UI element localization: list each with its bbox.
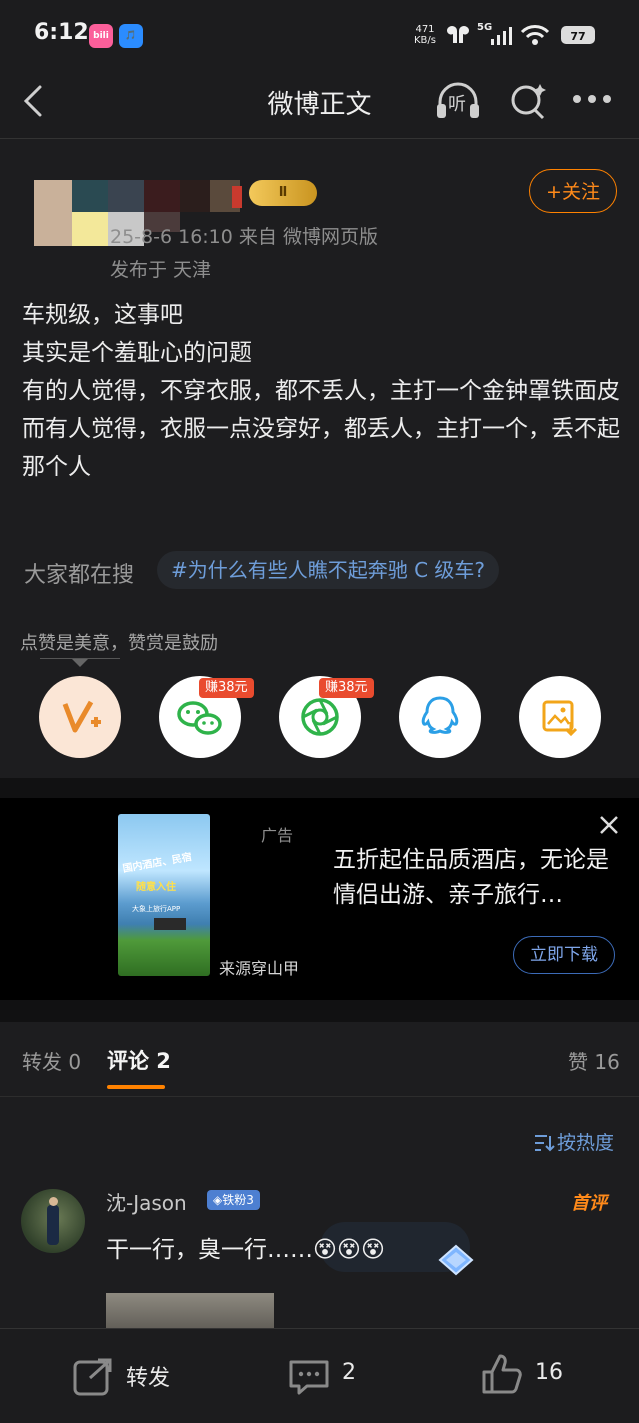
avatar-figure xyxy=(47,1205,59,1245)
follow-button[interactable]: +关注 xyxy=(529,169,617,213)
repost-icon xyxy=(73,1358,112,1396)
net-speed-unit: KB/s xyxy=(414,35,436,46)
fan-level-badge: ◈铁粉3 xyxy=(207,1190,260,1210)
trending-search-tag[interactable]: #为什么有些人瞧不起奔驰 C 级车? xyxy=(157,551,500,589)
wifi-icon xyxy=(520,25,550,45)
ad-source: 来源穿山甲 xyxy=(219,959,300,978)
music-app-icon: 🎵 xyxy=(119,24,143,48)
close-icon[interactable] xyxy=(598,814,620,836)
comment-count: 2 xyxy=(342,1360,356,1385)
listen-label: 听 xyxy=(448,94,466,115)
search-icon[interactable] xyxy=(508,80,548,120)
tab-repost[interactable]: 转发 0 xyxy=(22,1046,81,1075)
ad-image-caption: 国内酒店、民宿 xyxy=(121,851,193,875)
bench-shape xyxy=(154,918,186,930)
repost-label: 转发 xyxy=(126,1366,171,1391)
reward-button[interactable] xyxy=(39,676,121,758)
comment-image[interactable] xyxy=(106,1293,274,1333)
post-line: 有的人觉得，不穿衣服，都不丢人，主打一个金钟罩铁面皮 xyxy=(22,378,620,404)
more-dots-icon[interactable] xyxy=(572,93,614,105)
ad-image-caption: 大象上旅行APP xyxy=(132,905,181,913)
share-qq-button[interactable] xyxy=(399,676,481,758)
post-line: 而有人觉得，衣服一点没穿好，都丢人，主打一个，丢不起那个人 xyxy=(22,416,620,480)
comment-tabs xyxy=(0,1022,639,1097)
tab-like[interactable]: 赞 16 xyxy=(568,1046,620,1075)
save-image-button[interactable] xyxy=(519,676,601,758)
ad-label: 广告 xyxy=(261,826,294,845)
status-time: 6:12 xyxy=(34,20,89,45)
section-divider xyxy=(0,1000,639,1022)
save-image-icon xyxy=(542,700,578,737)
tab-active-indicator xyxy=(107,1085,165,1089)
comment-text: 干一行，臭一行……😵😵😵 xyxy=(106,1237,385,1263)
ad-download-button[interactable]: 立即下载 xyxy=(513,936,615,974)
post-location: 发布于 天津 xyxy=(110,259,212,281)
vip-level-badge: Ⅱ xyxy=(249,180,317,206)
section-divider xyxy=(0,778,639,798)
signal-icon xyxy=(491,27,512,45)
diamond-icon xyxy=(438,1244,474,1276)
trending-search-label: 大家都在搜 xyxy=(24,563,135,588)
first-comment-badge: 首评 xyxy=(571,1193,607,1214)
earbuds-icon xyxy=(446,26,470,43)
thumbs-up-icon xyxy=(482,1354,522,1394)
avatar-head xyxy=(49,1197,58,1206)
like-button[interactable]: 16 xyxy=(480,1350,580,1398)
bilibili-app-icon: bili xyxy=(89,24,113,48)
comment-icon xyxy=(289,1360,329,1395)
like-tip-text: 点赞是美意，赞赏是鼓励 xyxy=(20,633,218,654)
net-speed-value: 471 xyxy=(415,24,435,35)
tab-comment[interactable]: 评论 2 xyxy=(107,1045,171,1075)
like-count: 16 xyxy=(535,1360,563,1385)
sort-label: 按热度 xyxy=(557,1132,615,1154)
sort-icon xyxy=(535,1135,555,1152)
post-line: 车规级，这事吧 xyxy=(22,302,183,328)
comment-author[interactable]: 沈-Jason xyxy=(106,1187,187,1216)
tip-caret xyxy=(72,659,88,667)
repost-button[interactable]: 转发 xyxy=(72,1352,192,1398)
post-time-source: 25-8-6 16:10 来自 微博网页版 xyxy=(110,226,378,248)
net-speed: 471 KB/s xyxy=(411,24,439,46)
qq-icon xyxy=(421,696,459,734)
battery-indicator: 77 xyxy=(561,26,595,44)
ad-image[interactable]: 国内酒店、民宿 随意入住 大象上旅行APP xyxy=(118,814,210,976)
comment-button[interactable]: 2 xyxy=(287,1352,377,1398)
earn-badge: 赚38元 xyxy=(319,678,374,698)
avatar[interactable] xyxy=(21,1189,85,1253)
post-content: 车规级，这事吧 其实是个羞耻心的问题 有的人觉得，不穿衣服，都不丢人，主打一个金… xyxy=(22,296,622,486)
ad-text[interactable]: 五折起住品质酒店，无论是情侣出游、亲子旅行… xyxy=(333,843,623,913)
earn-badge: 赚38元 xyxy=(199,678,254,698)
ad-image-caption: 随意入住 xyxy=(136,882,176,893)
reward-icon xyxy=(62,700,101,733)
post-line: 其实是个羞耻心的问题 xyxy=(22,340,252,366)
listen-button[interactable]: 听 xyxy=(434,80,482,124)
